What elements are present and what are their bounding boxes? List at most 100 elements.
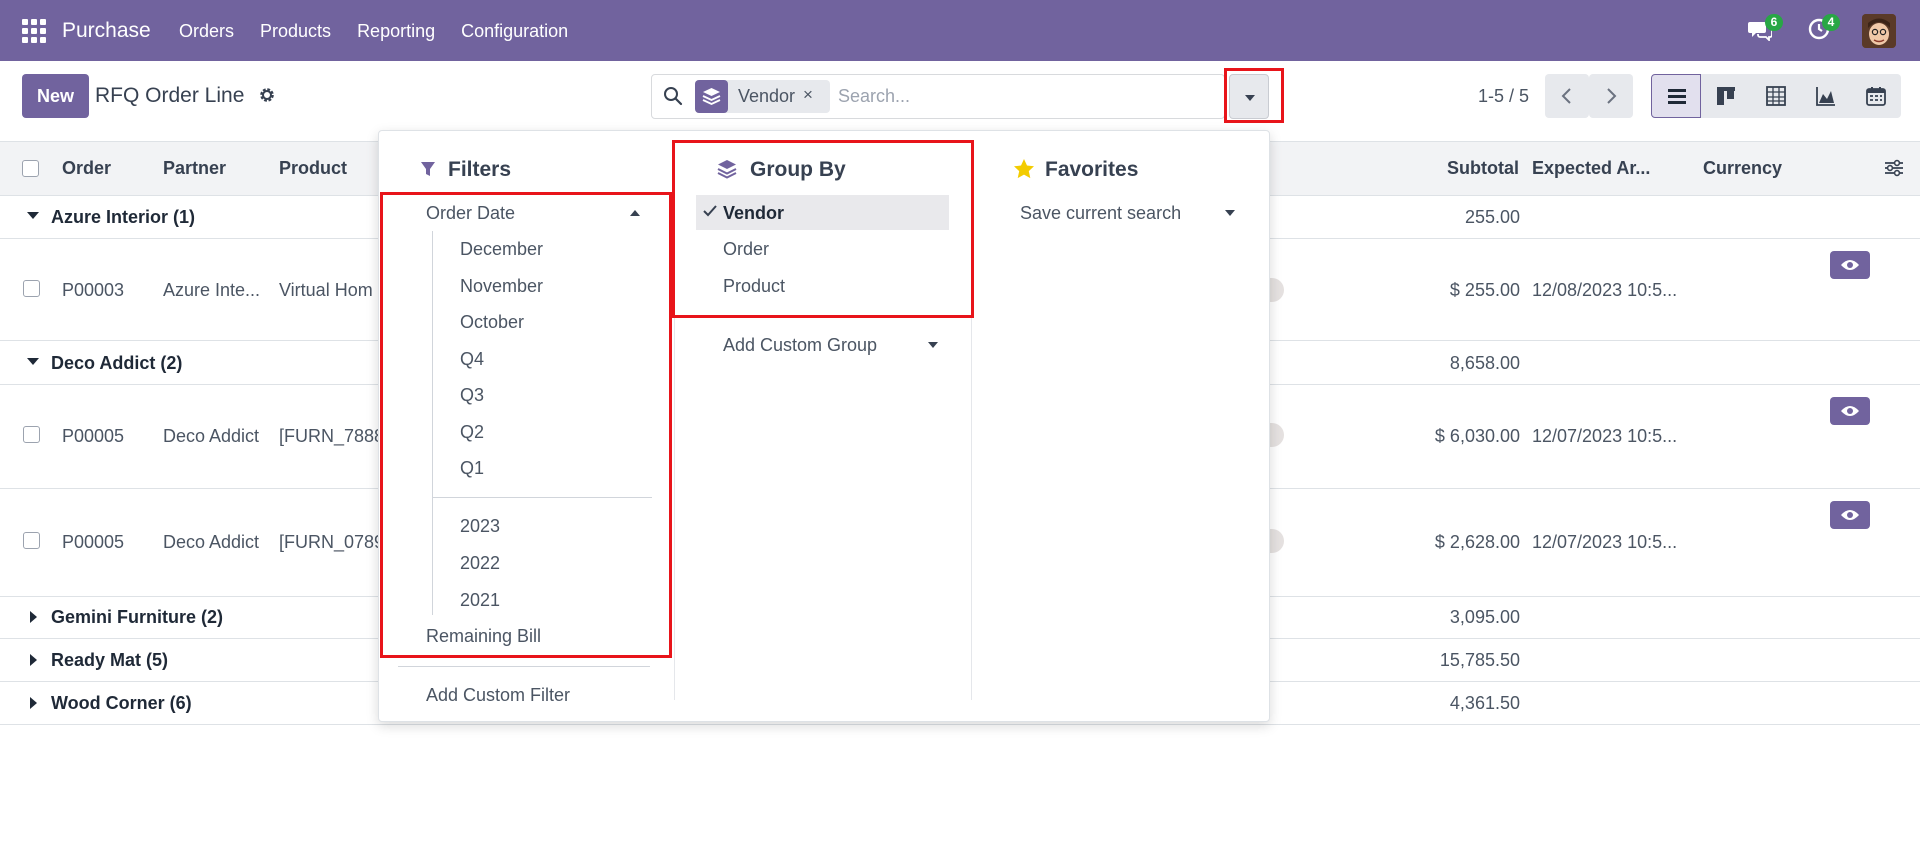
cell-subtotal[interactable]: $ 6,030.00 bbox=[1360, 426, 1520, 447]
calendar-view-button[interactable] bbox=[1851, 74, 1901, 118]
kanban-view-button[interactable] bbox=[1701, 74, 1751, 118]
facet-remove-icon[interactable]: × bbox=[803, 85, 813, 105]
row-checkbox[interactable] bbox=[23, 532, 40, 549]
menu-products[interactable]: Products bbox=[260, 21, 331, 42]
cell-order[interactable]: P00005 bbox=[62, 532, 124, 553]
filter-option-2022[interactable]: 2022 bbox=[460, 553, 500, 574]
pivot-view-button[interactable] bbox=[1751, 74, 1801, 118]
pager-previous-button[interactable] bbox=[1545, 74, 1589, 118]
filter-option-q1[interactable]: Q1 bbox=[460, 458, 484, 479]
caret-right-icon[interactable] bbox=[30, 611, 37, 623]
cell-product[interactable]: [FURN_0789 bbox=[279, 532, 384, 553]
pivot-icon bbox=[1766, 86, 1786, 106]
filter-option-q2[interactable]: Q2 bbox=[460, 422, 484, 443]
cell-expected-arrival[interactable]: 12/07/2023 10:5... bbox=[1532, 532, 1677, 553]
group-subtotal: 4,361.50 bbox=[1449, 693, 1520, 713]
optional-columns-icon[interactable] bbox=[1884, 159, 1904, 177]
group-by-vendor[interactable]: Vendor bbox=[723, 203, 784, 224]
group-row-ready-mat[interactable]: Ready Mat (5) bbox=[51, 650, 168, 671]
caret-down-icon[interactable] bbox=[27, 212, 39, 219]
filter-remaining-bill[interactable]: Remaining Bill bbox=[426, 626, 541, 647]
group-row-deco-addict[interactable]: Deco Addict (2) bbox=[51, 353, 182, 374]
cell-subtotal[interactable]: $ 255.00 bbox=[1360, 280, 1520, 301]
save-current-search[interactable]: Save current search bbox=[1020, 203, 1181, 224]
add-custom-group[interactable]: Add Custom Group bbox=[723, 335, 877, 356]
app-brand[interactable]: Purchase bbox=[62, 19, 151, 43]
group-row-wood-corner[interactable]: Wood Corner (6) bbox=[51, 693, 192, 714]
pager-value[interactable]: 1-5 / 5 bbox=[1478, 86, 1529, 107]
select-all-checkbox[interactable] bbox=[22, 160, 39, 177]
preview-button[interactable] bbox=[1830, 397, 1870, 425]
submenu-track bbox=[432, 231, 433, 615]
group-row-gemini-furniture[interactable]: Gemini Furniture (2) bbox=[51, 607, 223, 628]
caret-down-icon bbox=[1245, 95, 1255, 101]
main-menu: Orders Products Reporting Configuration bbox=[179, 21, 594, 42]
cell-order[interactable]: P00003 bbox=[62, 280, 124, 301]
cell-partner[interactable]: Deco Addict bbox=[163, 426, 259, 447]
messages-badge: 6 bbox=[1765, 14, 1783, 31]
filter-option-october[interactable]: October bbox=[460, 312, 524, 333]
cell-order[interactable]: P00005 bbox=[62, 426, 124, 447]
calendar-icon bbox=[1866, 87, 1886, 106]
menu-reporting[interactable]: Reporting bbox=[357, 21, 435, 42]
search-options-toggle[interactable] bbox=[1229, 74, 1269, 119]
group-subtotal: 255.00 bbox=[1464, 207, 1520, 227]
cell-product[interactable]: Virtual Hom bbox=[279, 280, 373, 301]
caret-down-icon[interactable] bbox=[27, 358, 39, 365]
col-product[interactable]: Product bbox=[279, 158, 347, 179]
gear-icon[interactable] bbox=[258, 86, 276, 104]
chevron-left-icon bbox=[1561, 88, 1571, 104]
caret-down-icon[interactable] bbox=[928, 342, 938, 348]
row-checkbox[interactable] bbox=[23, 426, 40, 443]
user-avatar[interactable] bbox=[1862, 14, 1896, 48]
checkmark-icon bbox=[703, 205, 717, 217]
menu-configuration[interactable]: Configuration bbox=[461, 21, 568, 42]
group-by-heading: Group By bbox=[750, 158, 846, 181]
col-subtotal[interactable]: Subtotal bbox=[1447, 158, 1519, 179]
pager-next-button[interactable] bbox=[1589, 74, 1633, 118]
cell-subtotal[interactable]: $ 2,628.00 bbox=[1360, 532, 1520, 553]
group-by-product[interactable]: Product bbox=[723, 276, 785, 297]
caret-up-icon[interactable] bbox=[630, 210, 640, 216]
group-by-order[interactable]: Order bbox=[723, 239, 769, 260]
graph-view-button[interactable] bbox=[1801, 74, 1851, 118]
app-grid-icon[interactable] bbox=[22, 19, 48, 43]
top-navbar: Purchase Orders Products Reporting Confi… bbox=[0, 0, 1920, 61]
cell-expected-arrival[interactable]: 12/08/2023 10:5... bbox=[1532, 280, 1677, 301]
search-input[interactable] bbox=[838, 80, 1218, 113]
caret-down-icon[interactable] bbox=[1225, 210, 1235, 216]
caret-right-icon[interactable] bbox=[30, 697, 37, 709]
star-icon bbox=[1014, 159, 1034, 179]
group-by-facet-icon bbox=[695, 80, 728, 113]
search-icon[interactable] bbox=[663, 86, 683, 106]
activities-badge: 4 bbox=[1822, 14, 1840, 31]
group-row-azure-interior[interactable]: Azure Interior (1) bbox=[51, 207, 195, 228]
eye-icon bbox=[1841, 510, 1859, 520]
row-divider bbox=[0, 724, 1920, 725]
filter-option-q3[interactable]: Q3 bbox=[460, 385, 484, 406]
filter-order-date[interactable]: Order Date bbox=[426, 203, 515, 224]
submenu-divider bbox=[432, 497, 652, 498]
filter-option-december[interactable]: December bbox=[460, 239, 543, 260]
menu-orders[interactable]: Orders bbox=[179, 21, 234, 42]
preview-button[interactable] bbox=[1830, 501, 1870, 529]
filter-option-q4[interactable]: Q4 bbox=[460, 349, 484, 370]
add-custom-filter[interactable]: Add Custom Filter bbox=[426, 685, 570, 706]
caret-right-icon[interactable] bbox=[30, 654, 37, 666]
filter-option-2021[interactable]: 2021 bbox=[460, 590, 500, 611]
cell-partner[interactable]: Deco Addict bbox=[163, 532, 259, 553]
list-view-button[interactable] bbox=[1651, 74, 1701, 118]
new-button[interactable]: New bbox=[22, 74, 89, 118]
cell-product[interactable]: [FURN_7888 bbox=[279, 426, 384, 447]
col-expected-arrival[interactable]: Expected Ar... bbox=[1532, 158, 1650, 179]
cell-partner[interactable]: Azure Inte... bbox=[163, 280, 260, 301]
row-checkbox[interactable] bbox=[23, 280, 40, 297]
filter-option-november[interactable]: November bbox=[460, 276, 543, 297]
cell-expected-arrival[interactable]: 12/07/2023 10:5... bbox=[1532, 426, 1677, 447]
col-order[interactable]: Order bbox=[62, 158, 111, 179]
filter-option-2023[interactable]: 2023 bbox=[460, 516, 500, 537]
group-subtotal: 8,658.00 bbox=[1449, 353, 1520, 373]
col-currency[interactable]: Currency bbox=[1703, 158, 1782, 179]
col-partner[interactable]: Partner bbox=[163, 158, 226, 179]
preview-button[interactable] bbox=[1830, 251, 1870, 279]
